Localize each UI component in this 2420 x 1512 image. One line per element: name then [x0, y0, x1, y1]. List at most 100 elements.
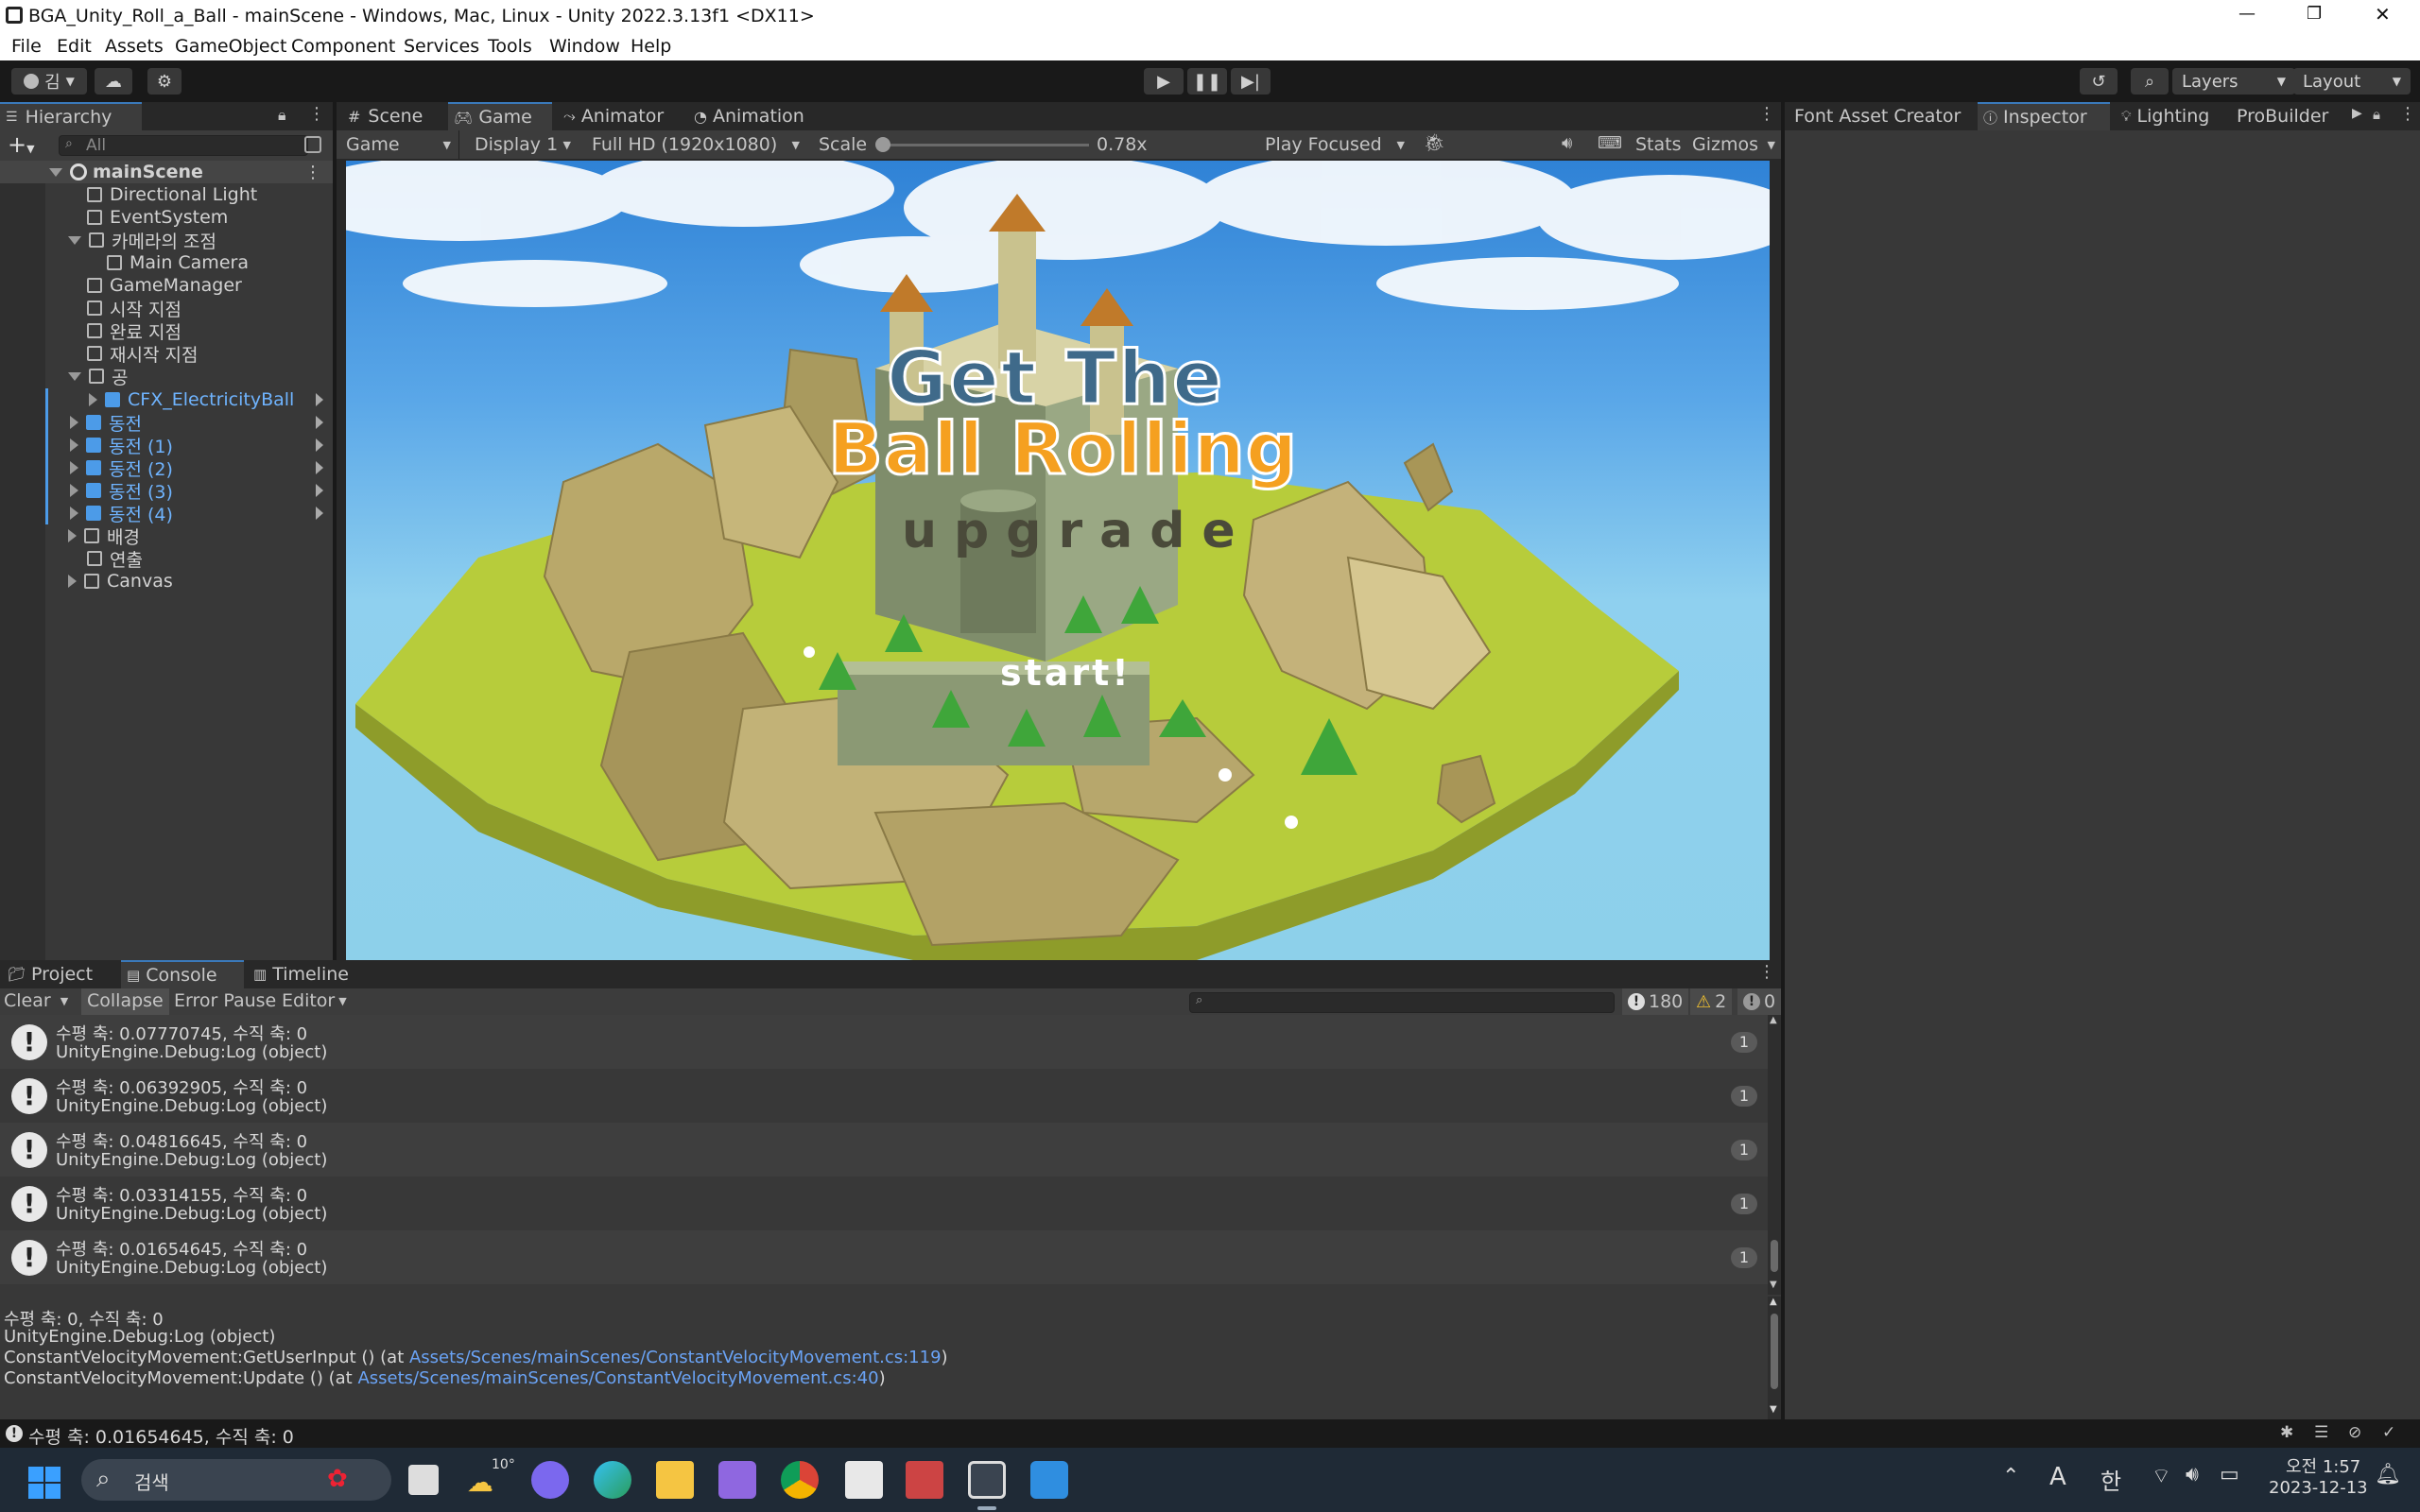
scroll-down-icon[interactable]: ▼ [1770, 1280, 1777, 1290]
start-menu-icon[interactable] [28, 1467, 60, 1499]
lock-icon[interactable]: 🔒︎ [2373, 106, 2380, 123]
chevron-right-icon[interactable] [70, 484, 78, 497]
detail-scrollbar-thumb[interactable] [1771, 1314, 1778, 1389]
audio-icon[interactable]: 🔊︎ [1562, 133, 1572, 153]
hierarchy-item[interactable]: CFX_ElectricityBall [0, 388, 333, 411]
error-pause-toggle[interactable]: Error Pause [174, 990, 276, 1011]
scroll-up-icon[interactable]: ▲ [1770, 1015, 1777, 1025]
clock-time[interactable]: 오전 1:57 [2286, 1453, 2360, 1478]
editor-dropdown[interactable]: Editor ▼ [282, 990, 347, 1011]
hierarchy-item[interactable]: 완료 지점 [87, 319, 182, 343]
search-button[interactable]: ⌕ [2131, 68, 2169, 94]
more-icon[interactable]: ⋮ [304, 163, 321, 182]
chevron-right-icon[interactable] [316, 416, 323, 429]
wifi-icon[interactable]: ⌔ [2152, 1463, 2171, 1489]
hierarchy-item[interactable]: 동전 [0, 411, 333, 435]
tab-game[interactable]: 🎮︎ Game [448, 102, 552, 130]
console-search-input[interactable]: ⌕ [1189, 992, 1615, 1013]
status-message[interactable]: 수평 축: 0.01654645, 수직 축: 0 [28, 1423, 294, 1449]
menu-gameobject[interactable]: GameObject [175, 36, 286, 57]
clear-button[interactable]: Clear ▼ [4, 990, 68, 1011]
play-mode-dropdown[interactable]: Play Focused ▼ [1257, 130, 1412, 159]
close-button[interactable]: ✕ [2375, 3, 2391, 26]
tab-animator[interactable]: ⤳ Animator [558, 102, 681, 130]
vscode-icon[interactable] [1030, 1461, 1068, 1499]
lighting-bake-icon[interactable]: ⊘ [2348, 1423, 2361, 1442]
log-scrollbar-thumb[interactable] [1771, 1240, 1778, 1272]
source-link[interactable]: Assets/Scenes/mainScenes/ConstantVelocit… [409, 1348, 942, 1367]
chevron-right-icon[interactable] [70, 438, 78, 452]
log-entry[interactable]: ! 수평 축: 0.01654645, 수직 축: 0 UnityEngine.… [0, 1230, 1770, 1284]
hierarchy-item[interactable]: EventSystem [87, 206, 228, 229]
tab-font-asset-creator[interactable]: Font Asset Creator [1789, 102, 1978, 130]
filter-icon[interactable] [304, 136, 321, 153]
minimize-button[interactable]: — [2238, 4, 2256, 24]
chevron-right-icon[interactable] [70, 416, 78, 429]
hierarchy-item[interactable]: 동전 (1) [0, 434, 333, 457]
hierarchy-item[interactable]: 동전 (2) [0, 456, 333, 480]
layout-dropdown[interactable]: Layout ▼ [2293, 68, 2411, 94]
scene-root-row[interactable]: mainScene ⋮ [0, 161, 333, 183]
hierarchy-item[interactable]: 카메라의 조점 [68, 229, 216, 252]
chevron-up-icon[interactable]: ⌃ [2002, 1465, 2019, 1488]
keyboard-icon[interactable]: ⌨ [1598, 133, 1622, 153]
tab-scene[interactable]: # Scene [342, 102, 446, 130]
more-icon[interactable]: ⋮ [1758, 104, 1775, 124]
warning-count-toggle[interactable]: ⚠ 2 [1690, 988, 1733, 1015]
tab-timeline[interactable]: ▥ Timeline [248, 960, 371, 988]
ime-mode-han[interactable]: 한 [2100, 1463, 2121, 1496]
game-viewport[interactable]: Get The Ball Rolling upgrade start! [346, 161, 1770, 960]
stats-button[interactable]: Stats [1635, 134, 1682, 155]
tab-project[interactable]: 📁︎ Project [2, 960, 115, 988]
auto-generate-icon[interactable]: ✓ [2382, 1423, 2395, 1442]
log-entry[interactable]: ! 수평 축: 0.06392905, 수직 축: 0 UnityEngine.… [0, 1069, 1770, 1123]
chrome-browser-icon[interactable] [781, 1461, 819, 1499]
hierarchy-item[interactable]: GameManager [87, 274, 242, 297]
edge-browser-icon[interactable] [594, 1461, 631, 1499]
battery-icon[interactable]: ▭ [2220, 1463, 2239, 1486]
scroll-up-icon[interactable]: ▲ [1770, 1297, 1777, 1307]
calendar-app-icon[interactable] [906, 1461, 943, 1499]
menu-edit[interactable]: Edit [57, 36, 92, 57]
tab-hierarchy[interactable]: ☰ Hierarchy [0, 102, 142, 130]
clock-date[interactable]: 2023-12-13 [2269, 1478, 2368, 1498]
file-explorer-icon[interactable] [656, 1461, 694, 1499]
hierarchy-item[interactable]: 연출 [87, 547, 143, 571]
chevron-down-icon[interactable] [68, 235, 81, 245]
hierarchy-item[interactable]: 시작 지점 [87, 297, 182, 320]
visual-studio-icon[interactable] [718, 1461, 756, 1499]
display-dropdown[interactable]: Display 1 ▼ [467, 130, 579, 159]
error-count-toggle[interactable]: ! 0 [1737, 988, 1782, 1015]
view-dropdown[interactable]: Game ▼ [338, 130, 459, 159]
bug-icon[interactable]: 🐞︎ [1424, 133, 1445, 153]
chevron-right-icon[interactable] [316, 393, 323, 406]
tab-animation[interactable]: ◔ Animation [688, 102, 821, 130]
chevron-right-icon[interactable] [68, 529, 77, 542]
chevron-right-icon[interactable] [316, 438, 323, 452]
menu-file[interactable]: File [11, 36, 42, 57]
collab-button[interactable]: ⚙ [147, 68, 182, 94]
chevron-right-icon[interactable] [316, 507, 323, 520]
hierarchy-search-input[interactable]: ⌕ All [59, 135, 308, 156]
history-button[interactable]: ↺ [2080, 68, 2118, 94]
chat-app-icon[interactable] [531, 1461, 569, 1499]
cache-icon[interactable]: ☰ [2314, 1423, 2328, 1442]
layers-dropdown[interactable]: Layers ▼ [2172, 68, 2295, 94]
ime-mode-a[interactable]: A [2049, 1463, 2066, 1491]
hierarchy-item[interactable]: 동전 (4) [0, 502, 333, 525]
create-button[interactable]: +▼ [8, 131, 35, 158]
notification-bell-icon[interactable]: 🔔︎ [2375, 1463, 2401, 1486]
menu-tools[interactable]: Tools [488, 36, 532, 57]
log-entry[interactable]: ! 수평 축: 0.04816645, 수직 축: 0 UnityEngine.… [0, 1123, 1770, 1177]
chevron-right-icon[interactable] [68, 575, 77, 588]
hierarchy-item[interactable]: 동전 (3) [0, 479, 333, 503]
chevron-right-icon[interactable] [316, 461, 323, 474]
menu-services[interactable]: Services [404, 36, 479, 57]
log-entry[interactable]: ! 수평 축: 0.07770745, 수직 축: 0 UnityEngine.… [0, 1015, 1770, 1069]
hierarchy-item[interactable]: 공 [68, 365, 128, 388]
tab-overflow-icon[interactable]: ▶ [2352, 106, 2362, 121]
hierarchy-item[interactable]: Main Camera [107, 251, 249, 274]
log-count-toggle[interactable]: ! 180 [1622, 988, 1689, 1015]
step-button[interactable]: ▶| [1231, 68, 1270, 94]
more-icon[interactable]: ⋮ [2399, 104, 2416, 124]
